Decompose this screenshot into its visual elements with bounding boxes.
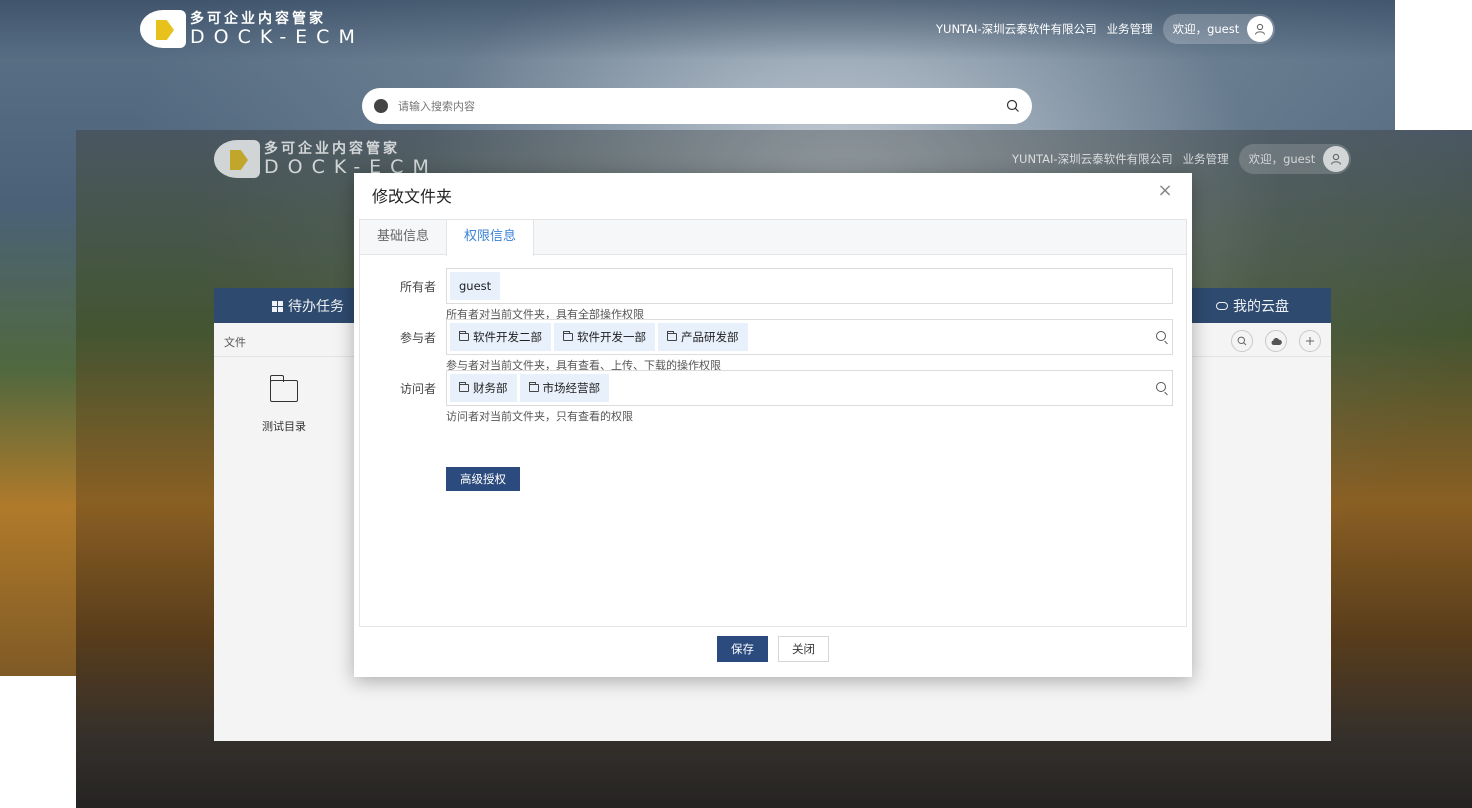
close-icon[interactable]: × [1156, 182, 1174, 200]
advanced-auth-button[interactable]: 高级授权 [446, 467, 520, 491]
owner-chip[interactable]: guest [450, 272, 501, 300]
logo-cn-text: 多可企业内容管家 [190, 10, 326, 27]
folder-icon [667, 331, 677, 341]
tab-basic-info[interactable]: 基础信息 [360, 220, 446, 255]
header-user-area-dimmed: YUNTAI-深圳云泰软件有限公司 业务管理 欢迎，guest [1012, 144, 1352, 174]
search-icon[interactable] [1156, 382, 1166, 392]
tab-my-cloud[interactable]: 我的云盘 [1216, 296, 1289, 316]
tab-cloud-label: 我的云盘 [1233, 299, 1289, 315]
dialog-tabs: 基础信息 权限信息 [360, 220, 1186, 256]
toolbar [1219, 330, 1321, 352]
search-icon[interactable] [1156, 331, 1166, 341]
visitors-hint: 访问者对当前文件夹，只有查看的权限 [446, 410, 633, 423]
logo-cn-text: 多可企业内容管家 [264, 140, 400, 157]
participants-field[interactable]: 软件开发二部 软件开发一部 产品研发部 [446, 319, 1173, 355]
search-input[interactable] [398, 99, 1006, 113]
breadcrumb-root[interactable]: 文件 [224, 334, 246, 350]
tab-permission-info[interactable]: 权限信息 [446, 220, 535, 256]
folder-item[interactable]: 测试目录 [252, 375, 316, 434]
user-menu: 欢迎，guest [1238, 144, 1352, 174]
user-avatar-icon [1247, 16, 1274, 42]
visitor-chip[interactable]: 财务部 [450, 374, 517, 402]
company-name: YUNTAI-深圳云泰软件有限公司 [1012, 152, 1173, 166]
grid-icon [272, 300, 283, 312]
search-icon[interactable] [1006, 99, 1020, 113]
business-link: 业务管理 [1182, 152, 1229, 166]
add-button[interactable] [1299, 330, 1321, 352]
search-icon [1237, 336, 1247, 346]
participants-label: 参与者 [399, 331, 436, 345]
folder-icon [563, 331, 573, 341]
user-avatar-icon [1323, 146, 1350, 172]
tab-todo-tasks[interactable]: 待办任务 3 [272, 295, 409, 316]
dialog-body: 基础信息 权限信息 所有者 guest 所有者对当前文件夹，具有全部操作权限 参… [359, 219, 1187, 627]
visitor-chip[interactable]: 市场经营部 [519, 374, 609, 402]
owner-field[interactable]: guest [446, 268, 1173, 304]
edit-folder-dialog: 修改文件夹 × 基础信息 权限信息 所有者 guest 所有者对当前文件夹，具有… [354, 173, 1192, 677]
participant-chip[interactable]: 产品研发部 [658, 323, 748, 351]
cloud-icon [1216, 302, 1228, 310]
plus-icon [1306, 337, 1314, 345]
welcome-text: 欢迎，guest [1172, 22, 1240, 36]
global-search-bar [362, 88, 1032, 124]
folder-icon [269, 375, 298, 402]
folder-icon [459, 382, 469, 392]
logo-mark-icon [140, 10, 186, 48]
dialog-footer: 保存 关闭 [354, 636, 1192, 662]
logo-en-text: DOCK-ECM [190, 25, 364, 48]
header-user-area: YUNTAI-深圳云泰软件有限公司 业务管理 欢迎，guest [936, 14, 1276, 44]
visitors-field[interactable]: 财务部 市场经营部 [446, 370, 1173, 406]
close-button[interactable]: 关闭 [778, 636, 829, 662]
tab-todo-label: 待办任务 [288, 299, 344, 315]
welcome-text: 欢迎，guest [1248, 152, 1316, 166]
participant-chip[interactable]: 软件开发二部 [450, 323, 551, 351]
participant-chip[interactable]: 软件开发一部 [554, 323, 655, 351]
visitors-label: 访问者 [399, 382, 436, 396]
upload-cloud-button[interactable] [1265, 330, 1287, 352]
company-name[interactable]: YUNTAI-深圳云泰软件有限公司 [936, 21, 1097, 37]
folder-icon [528, 382, 539, 392]
logo-mark-icon [214, 140, 260, 178]
cloud-upload-icon [1271, 337, 1282, 345]
save-button[interactable]: 保存 [717, 636, 768, 662]
search-button[interactable] [1231, 330, 1253, 352]
owner-label: 所有者 [399, 280, 436, 294]
globe-icon[interactable] [374, 99, 388, 113]
folder-name: 测试目录 [262, 420, 306, 433]
folder-icon [459, 331, 469, 341]
business-link[interactable]: 业务管理 [1107, 21, 1153, 37]
app-logo[interactable]: 多可企业内容管家 DOCK-ECM [140, 10, 364, 48]
dialog-title: 修改文件夹 [372, 187, 453, 206]
user-menu[interactable]: 欢迎，guest [1162, 14, 1276, 44]
